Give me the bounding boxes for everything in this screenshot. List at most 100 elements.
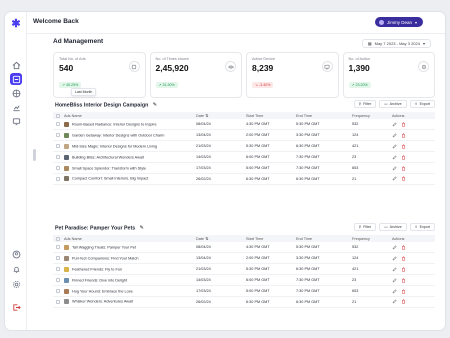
edit-icon[interactable]	[392, 176, 397, 181]
archive-label: Archive	[389, 225, 402, 229]
row-checkbox[interactable]	[53, 242, 61, 254]
trash-icon[interactable]	[401, 267, 406, 272]
end-time-cell: 7:30 PM GMT	[293, 285, 349, 297]
row-checkbox[interactable]	[53, 129, 61, 142]
stat-value: 1,390	[348, 63, 370, 73]
globe-icon[interactable]	[10, 87, 22, 99]
column-header[interactable]: End Time	[293, 112, 349, 119]
start-time-cell: 4:30 PM GMT	[243, 119, 293, 131]
trash-icon[interactable]	[401, 289, 406, 294]
edit-title-icon[interactable]: ✎	[140, 225, 144, 231]
edit-icon[interactable]	[392, 299, 397, 304]
trash-icon[interactable]	[401, 245, 406, 250]
table-row[interactable]: Purr-fect Companions: Find Your Match 13/…	[53, 252, 435, 265]
trash-icon[interactable]	[401, 299, 406, 305]
row-checkbox[interactable]	[53, 263, 61, 276]
edit-icon[interactable]	[392, 267, 397, 272]
monitor-icon[interactable]	[10, 115, 22, 127]
start-time-cell: 6:00 PM GMT	[243, 274, 293, 287]
column-header[interactable]: Date ⇅	[193, 112, 243, 119]
trash-icon[interactable]	[401, 176, 406, 182]
edit-icon[interactable]	[392, 288, 397, 294]
campaign-title-text: HomeBliss Interior Design Campaign	[55, 102, 149, 109]
select-all-checkbox[interactable]	[53, 112, 61, 119]
analytics-icon[interactable]	[10, 101, 22, 113]
edit-icon[interactable]	[392, 256, 397, 261]
ad-name-cell: Room-Based Radiance: Interior Designs to…	[61, 119, 193, 131]
row-checkbox[interactable]	[53, 285, 61, 297]
column-header[interactable]: End Time	[293, 235, 349, 242]
edit-title-icon[interactable]: ✎	[153, 102, 157, 108]
edit-icon[interactable]	[392, 245, 397, 250]
archive-button[interactable]: ▭ Archive	[379, 100, 407, 108]
trash-icon[interactable]	[401, 133, 406, 138]
filter-button[interactable]: ⚲ Filter	[353, 100, 377, 108]
export-button[interactable]: ⇪ Export	[409, 100, 435, 108]
user-menu-button[interactable]: Jimmy Dean ▾	[374, 17, 423, 27]
edit-icon[interactable]	[392, 144, 397, 149]
row-checkbox[interactable]	[53, 140, 61, 153]
table-row[interactable]: Mid-Size Magic: Interior Designs for Mod…	[53, 140, 435, 153]
export-icon: ⇪	[414, 102, 418, 106]
actions-cell	[389, 173, 435, 185]
date-range-picker[interactable]: ▦ May 7 2023 - May 3 2024 ▾	[361, 39, 431, 48]
ads-icon[interactable]	[10, 73, 22, 85]
select-all-checkbox[interactable]	[53, 235, 61, 242]
edit-icon[interactable]	[392, 278, 397, 283]
table-row[interactable]: Whisker Wonders: Adventures Await 26/02/2…	[53, 296, 435, 308]
edit-icon[interactable]	[392, 133, 397, 138]
table-row[interactable]: Feathered Friends: Fly to Fun 21/03/24 5:3…	[53, 263, 435, 276]
column-header[interactable]: Ads Name	[61, 112, 193, 119]
edit-icon[interactable]	[392, 122, 397, 127]
trash-icon[interactable]	[401, 256, 406, 261]
stats-row: Total No. of Ads 540 ↗ 45.25% Last Month …	[53, 52, 435, 98]
row-checkbox[interactable]	[53, 151, 61, 164]
trash-icon[interactable]	[401, 278, 406, 283]
column-header[interactable]: Ads Name	[61, 235, 193, 242]
table-row[interactable]: Finned Friends: Dive into Delight 14/03/2…	[53, 274, 435, 287]
trash-icon[interactable]	[401, 166, 406, 171]
bell-icon[interactable]	[10, 263, 22, 275]
home-icon[interactable]	[10, 59, 22, 71]
trash-icon[interactable]	[401, 144, 406, 149]
trash-icon[interactable]	[401, 155, 406, 160]
column-header[interactable]: Date ⇅	[193, 235, 243, 242]
end-time-cell: 6:30 PM GMT	[293, 263, 349, 276]
ad-name: Room-Based Radiance: Interior Designs to…	[72, 122, 157, 127]
row-checkbox[interactable]	[53, 173, 61, 185]
table-row[interactable]: Compact Comfort: Small Interiors, Big Im…	[53, 173, 435, 185]
archive-button[interactable]: ▭ Archive	[379, 223, 407, 231]
logout-icon[interactable]	[10, 301, 22, 313]
column-header[interactable]: Start Time	[243, 235, 293, 242]
stat-card-active-device[interactable]: Active Device 8,239 ↘ -3.40%	[246, 52, 339, 98]
ad-name: Purr-fect Companions: Find Your Match	[72, 256, 139, 261]
stat-card-times-shown[interactable]: No. of Times shown 2,45,920 ↗ 31.30%	[149, 52, 242, 98]
table-row[interactable]: Room-Based Radiance: Interior Designs to…	[53, 119, 435, 131]
column-header: Actions	[389, 112, 435, 119]
trash-icon[interactable]	[401, 122, 406, 127]
export-button[interactable]: ⇪ Export	[409, 223, 435, 231]
column-header[interactable]: Start Time	[243, 112, 293, 119]
row-checkbox[interactable]	[53, 274, 61, 287]
sidebar-collapse-handle[interactable]	[33, 149, 36, 161]
row-checkbox[interactable]	[53, 252, 61, 265]
edit-icon[interactable]	[392, 165, 397, 171]
stat-card-total-ads[interactable]: Total No. of Ads 540 ↗ 45.25% Last Month	[53, 52, 146, 98]
edit-icon[interactable]	[392, 155, 397, 160]
filter-button[interactable]: ⚲ Filter	[353, 223, 377, 231]
date-cell: 17/03/24	[193, 285, 243, 297]
user-icon[interactable]	[10, 248, 22, 260]
table-row[interactable]: Tail Wagging Treats: Pamper Your Pet 08/0…	[53, 242, 435, 254]
column-header[interactable]: Frequency	[349, 112, 389, 119]
stat-card-actions[interactable]: No. of Action 1,390 ↗ 23.20%	[342, 52, 435, 98]
table-row[interactable]: Garden Getaway: Interior Designs with Ou…	[53, 129, 435, 142]
row-checkbox[interactable]	[53, 162, 61, 174]
row-checkbox[interactable]	[53, 119, 61, 131]
row-checkbox[interactable]	[53, 296, 61, 308]
table-row[interactable]: Small Space Splendor: Transform with Sty…	[53, 162, 435, 174]
settings-icon[interactable]	[10, 278, 22, 290]
column-header[interactable]: Frequency	[349, 235, 389, 242]
table-row[interactable]: Building Bliss: Architectural Wonders Aw…	[53, 151, 435, 164]
table-row[interactable]: Hug Your Hound: Embrace the Love 17/03/24…	[53, 285, 435, 297]
stat-trend: ↗ 23.20%	[348, 82, 371, 88]
